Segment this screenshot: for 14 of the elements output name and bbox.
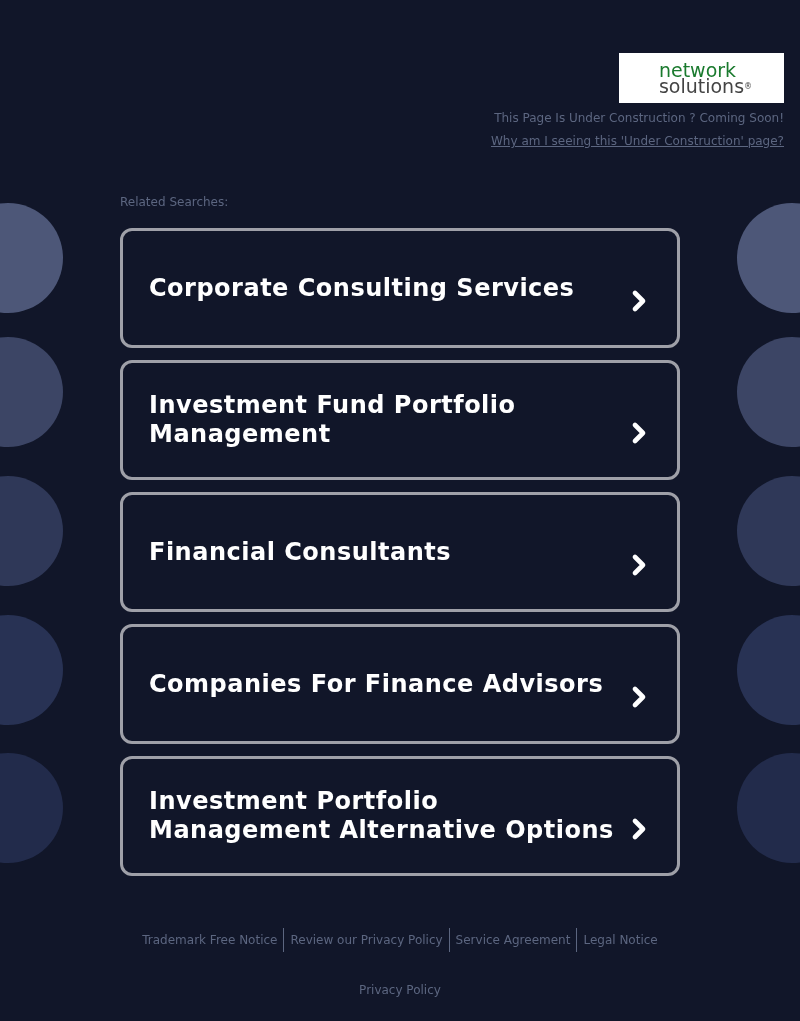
search-link-card[interactable]: Companies For Finance Advisors bbox=[120, 624, 680, 744]
logo-text: solutions$^{®}$ bbox=[658, 78, 753, 94]
footer-link[interactable]: Legal Notice bbox=[576, 928, 664, 952]
footer-link[interactable]: Service Agreement bbox=[448, 928, 577, 952]
related-searches-label: Related Searches: bbox=[120, 194, 230, 211]
notice-text: This Page Is Under Construction ? Coming Soon! bbox=[494, 110, 784, 127]
footer-link[interactable]: Trademark Free Notice bbox=[136, 928, 284, 952]
privacy-link[interactable]: Privacy Policy bbox=[359, 981, 441, 999]
logo-text: network bbox=[658, 62, 737, 78]
search-link-card[interactable]: Investment Portfolio Management Alternative Options bbox=[120, 756, 680, 876]
search-link-card[interactable]: Corporate Consulting Services bbox=[120, 228, 680, 348]
search-link-card[interactable]: Financial Consultants bbox=[120, 492, 680, 612]
search-link-card[interactable]: Investment Fund Portfolio Management bbox=[120, 360, 680, 480]
footer-link[interactable]: Review our Privacy Policy bbox=[283, 928, 449, 952]
